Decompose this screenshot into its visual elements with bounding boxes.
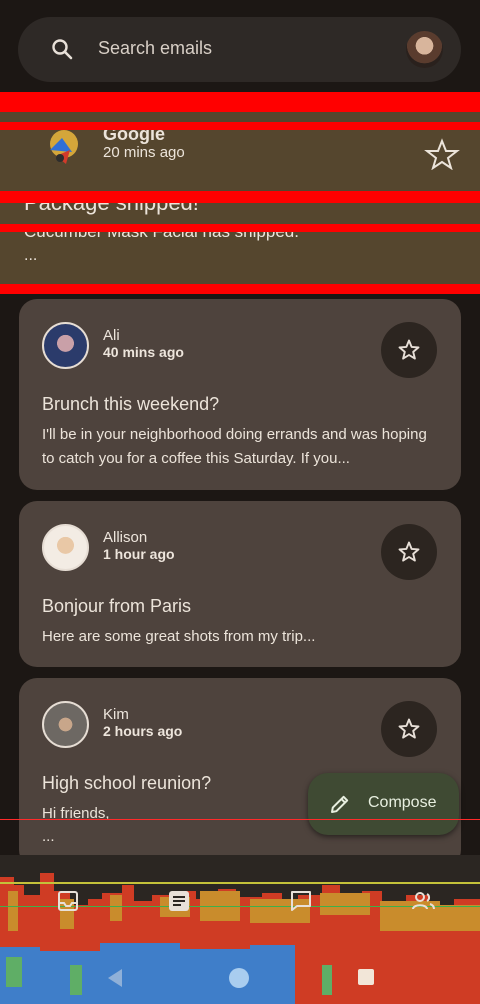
star-icon bbox=[398, 339, 420, 360]
email-subject: Brunch this weekend? bbox=[42, 394, 220, 414]
glitch-line bbox=[0, 819, 480, 820]
star-button[interactable] bbox=[381, 701, 437, 757]
star-icon[interactable] bbox=[420, 136, 464, 170]
star-icon bbox=[398, 541, 420, 562]
email-time: 20 mins ago bbox=[103, 144, 185, 161]
search-icon bbox=[52, 39, 73, 60]
compose-label: Compose bbox=[368, 794, 437, 811]
email-sender: Kim bbox=[103, 706, 129, 723]
glitch-band bbox=[0, 92, 480, 112]
email-sender: Allison bbox=[103, 529, 148, 546]
sender-avatar bbox=[42, 524, 89, 571]
profile-avatar[interactable] bbox=[406, 31, 443, 68]
email-preview: Here are some great shots from my trip..… bbox=[42, 628, 316, 645]
email-preview: I'll be in your neighborhood doing erran… bbox=[42, 426, 427, 467]
star-button[interactable] bbox=[381, 524, 437, 580]
email-time: 2 hours ago bbox=[103, 723, 183, 739]
search-bar[interactable]: Search emails bbox=[18, 17, 461, 82]
glitch-band bbox=[0, 224, 480, 232]
email-sender: Ali bbox=[103, 327, 120, 344]
glitch-line bbox=[0, 882, 480, 884]
email-card[interactable]: Allison 1 hour ago Bonjour from Paris He… bbox=[19, 501, 461, 667]
email-time: 1 hour ago bbox=[103, 546, 175, 562]
email-subject: Bonjour from Paris bbox=[42, 596, 192, 616]
email-preview-more: ... bbox=[24, 247, 38, 264]
search-placeholder: Search emails bbox=[98, 38, 213, 58]
contacts-icon[interactable] bbox=[411, 889, 437, 913]
email-subject: High school reunion? bbox=[42, 773, 212, 793]
compose-button[interactable]: Compose bbox=[308, 773, 459, 835]
pencil-icon bbox=[331, 795, 349, 813]
sender-avatar bbox=[42, 701, 89, 748]
article-icon[interactable] bbox=[167, 889, 191, 913]
back-icon[interactable] bbox=[104, 967, 126, 989]
email-time: 40 mins ago bbox=[103, 344, 184, 360]
recents-icon[interactable] bbox=[356, 967, 376, 987]
sender-avatar bbox=[42, 322, 89, 369]
glitch-band bbox=[0, 284, 480, 294]
star-icon bbox=[398, 718, 420, 739]
google-avatar-icon bbox=[50, 130, 78, 164]
glitch-band bbox=[0, 191, 480, 203]
star-button[interactable] bbox=[381, 322, 437, 378]
email-preview-more: ... bbox=[42, 828, 55, 845]
email-card[interactable]: Ali 40 mins ago Brunch this weekend? I'l… bbox=[19, 299, 461, 490]
glitch-band bbox=[0, 122, 480, 130]
chat-icon[interactable] bbox=[289, 889, 313, 913]
bottom-navigation bbox=[0, 855, 480, 1004]
inbox-icon[interactable] bbox=[56, 889, 80, 913]
home-icon[interactable] bbox=[228, 967, 250, 989]
